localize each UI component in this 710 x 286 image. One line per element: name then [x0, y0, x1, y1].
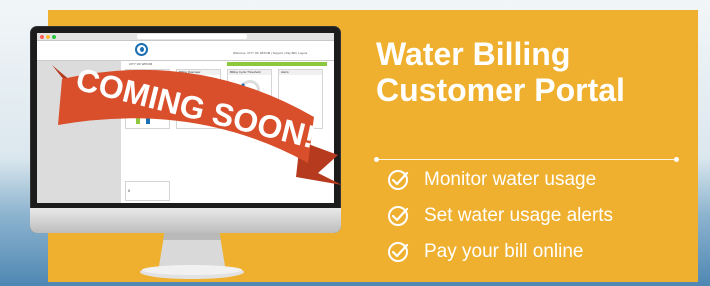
monitor-stand	[140, 230, 244, 279]
feature-item: Monitor water usage	[386, 162, 706, 198]
title-line-2: Customer Portal	[376, 72, 625, 108]
feature-item: Set water usage alerts	[386, 198, 706, 234]
window-controls	[40, 35, 56, 39]
check-circle-icon	[388, 170, 409, 190]
page-title: Water Billing Customer Portal	[376, 36, 696, 108]
feature-label: Monitor water usage	[424, 169, 597, 190]
divider-dot	[374, 157, 379, 162]
feature-list: Monitor water usage Set water usage aler…	[386, 162, 706, 270]
address-bar	[137, 34, 247, 39]
browser-toolbar	[37, 33, 334, 41]
water-drop-icon	[140, 47, 144, 52]
coming-soon-ribbon: COMING SOON!	[52, 61, 342, 185]
check-circle-icon	[388, 206, 409, 226]
minimize-dot-icon	[46, 35, 50, 39]
feature-item: Pay your bill online	[386, 234, 706, 270]
feature-label: Pay your bill online	[424, 241, 584, 262]
check-circle-icon	[388, 242, 409, 262]
maximize-dot-icon	[52, 35, 56, 39]
monitor-chin	[30, 208, 341, 233]
close-dot-icon	[40, 35, 44, 39]
title-line-1: Water Billing	[376, 36, 571, 72]
feature-label: Set water usage alerts	[424, 205, 614, 226]
title-divider	[374, 157, 679, 162]
